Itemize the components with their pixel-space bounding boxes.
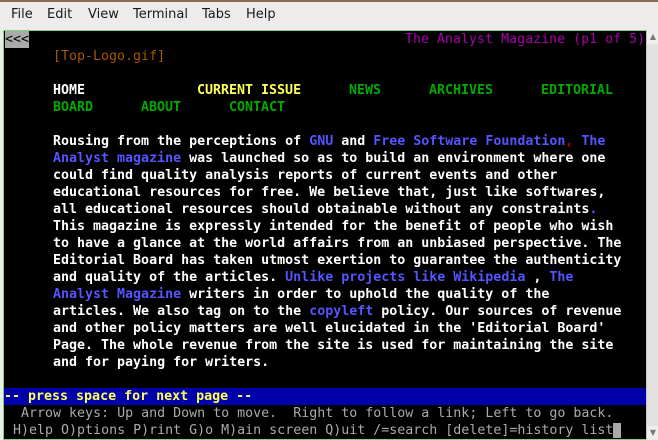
hyperlink[interactable]: The <box>549 270 573 285</box>
article-line: Analyst Magazine writers in order to uph… <box>53 286 549 303</box>
menu-terminal[interactable]: Terminal <box>133 7 188 22</box>
article-line: could find quality analysis reports of c… <box>53 167 557 184</box>
text-segment: educational resources for free. We belie… <box>53 185 606 200</box>
logo-image-link[interactable]: [Top-Logo.gif] <box>53 48 165 65</box>
menu-tabs[interactable]: Tabs <box>202 7 231 22</box>
text-segment: could find quality analysis reports of c… <box>53 168 558 183</box>
text-segment: articles. We also tag on to the <box>53 304 310 319</box>
nav-link-about[interactable]: ABOUT <box>141 99 181 116</box>
hyperlink[interactable]: The <box>581 134 605 149</box>
article-line: to have a glance at the world affairs fr… <box>53 235 621 252</box>
article-line: and other policy matters are well elucid… <box>53 320 605 337</box>
article-line: Rousing from the perceptions of GNU and … <box>53 133 605 150</box>
article-line: educational resources for free. We belie… <box>53 184 605 201</box>
hyperlink[interactable]: . <box>589 202 597 217</box>
hyperlink[interactable]: Analyst magazine <box>53 151 181 166</box>
text-segment: Page. The whole revenue from the site is… <box>53 338 614 353</box>
text-segment: and quality of the articles. <box>53 270 286 285</box>
article-line: articles. We also tag on to the copyleft… <box>53 303 621 320</box>
menu-bar: File Edit View Terminal Tabs Help <box>0 0 658 28</box>
text-segment: writers in order to uphold the quality o… <box>181 287 550 302</box>
terminal-screen[interactable]: <<< The Analyst Magazine (p1 of 5) [Top-… <box>3 30 647 440</box>
nav-link-board[interactable]: BOARD <box>53 99 93 116</box>
back-marker: <<< <box>5 31 30 48</box>
nav-link-home[interactable]: HOME <box>53 82 85 99</box>
text-segment: This magazine is expressly intended for … <box>53 219 614 234</box>
hyperlink[interactable]: Unlike projects like Wikipedia <box>285 270 525 285</box>
menu-file[interactable]: File <box>11 7 33 22</box>
article-line: This magazine is expressly intended for … <box>53 218 613 235</box>
nav-link-contact[interactable]: CONTACT <box>229 99 285 116</box>
menu-edit[interactable]: Edit <box>47 7 72 22</box>
scroll-up-icon[interactable]: ▲ <box>647 30 658 44</box>
status-bar: -- press space for next page -- <box>4 388 646 405</box>
nav-link-news[interactable]: NEWS <box>349 82 381 99</box>
text-segment: and other policy matters are well elucid… <box>53 321 606 336</box>
help-line-1: Arrow keys: Up and Down to move. Right t… <box>5 406 614 421</box>
article-line: Analyst magazine was launched so as to b… <box>53 150 605 167</box>
text-segment: , <box>525 270 550 285</box>
title-row: <<< The Analyst Magazine (p1 of 5) <box>5 31 645 48</box>
help-line-2: H)elp O)ptions P)rint G)o M)ain screen Q… <box>5 422 622 439</box>
menu-help[interactable]: Help <box>246 7 276 22</box>
article-line: and quality of the articles. Unlike proj… <box>53 269 573 286</box>
scroll-down-icon[interactable]: ▼ <box>647 426 658 440</box>
text-segment: was launched so as to build an environme… <box>181 151 606 166</box>
scrollbar[interactable]: ▲ ▼ <box>646 30 658 440</box>
hyperlink[interactable]: Free Software Foundation <box>373 134 565 149</box>
logo-row: [Top-Logo.gif] <box>5 48 165 65</box>
hyperlink[interactable]: copyleft <box>309 304 373 319</box>
article-line: Editorial Board has taken utmost exertio… <box>53 252 621 269</box>
hyperlink[interactable]: GNU <box>309 134 333 149</box>
menu-view[interactable]: View <box>88 7 119 22</box>
text-segment: policy. Our sources of revenue <box>373 304 622 319</box>
nav-link-archives[interactable]: ARCHIVES <box>429 82 493 99</box>
text-segment: to have a glance at the world affairs fr… <box>53 236 622 251</box>
text-segment: Editorial Board has taken utmost exertio… <box>53 253 622 268</box>
text-segment: and <box>333 134 374 149</box>
article-line: all educational resources should obtaina… <box>53 201 597 218</box>
page-title: The Analyst Magazine (p1 of 5) <box>405 32 646 47</box>
article-line: Page. The whole revenue from the site is… <box>53 337 613 354</box>
text-segment: all educational resources should obtaina… <box>53 202 590 217</box>
cursor <box>613 423 622 438</box>
text-segment: Rousing from the perceptions of <box>53 134 310 149</box>
nav-link-current-issue[interactable]: CURRENT ISSUE <box>197 82 301 99</box>
nav-link-editorial[interactable]: EDITORIAL <box>541 82 613 99</box>
help-line-2-text: H)elp O)ptions P)rint G)o M)ain screen Q… <box>5 423 614 438</box>
text-segment: and for paying for writers. <box>53 355 270 370</box>
article-line: and for paying for writers. <box>53 354 269 371</box>
hyperlink[interactable]: Analyst Magazine <box>53 287 181 302</box>
